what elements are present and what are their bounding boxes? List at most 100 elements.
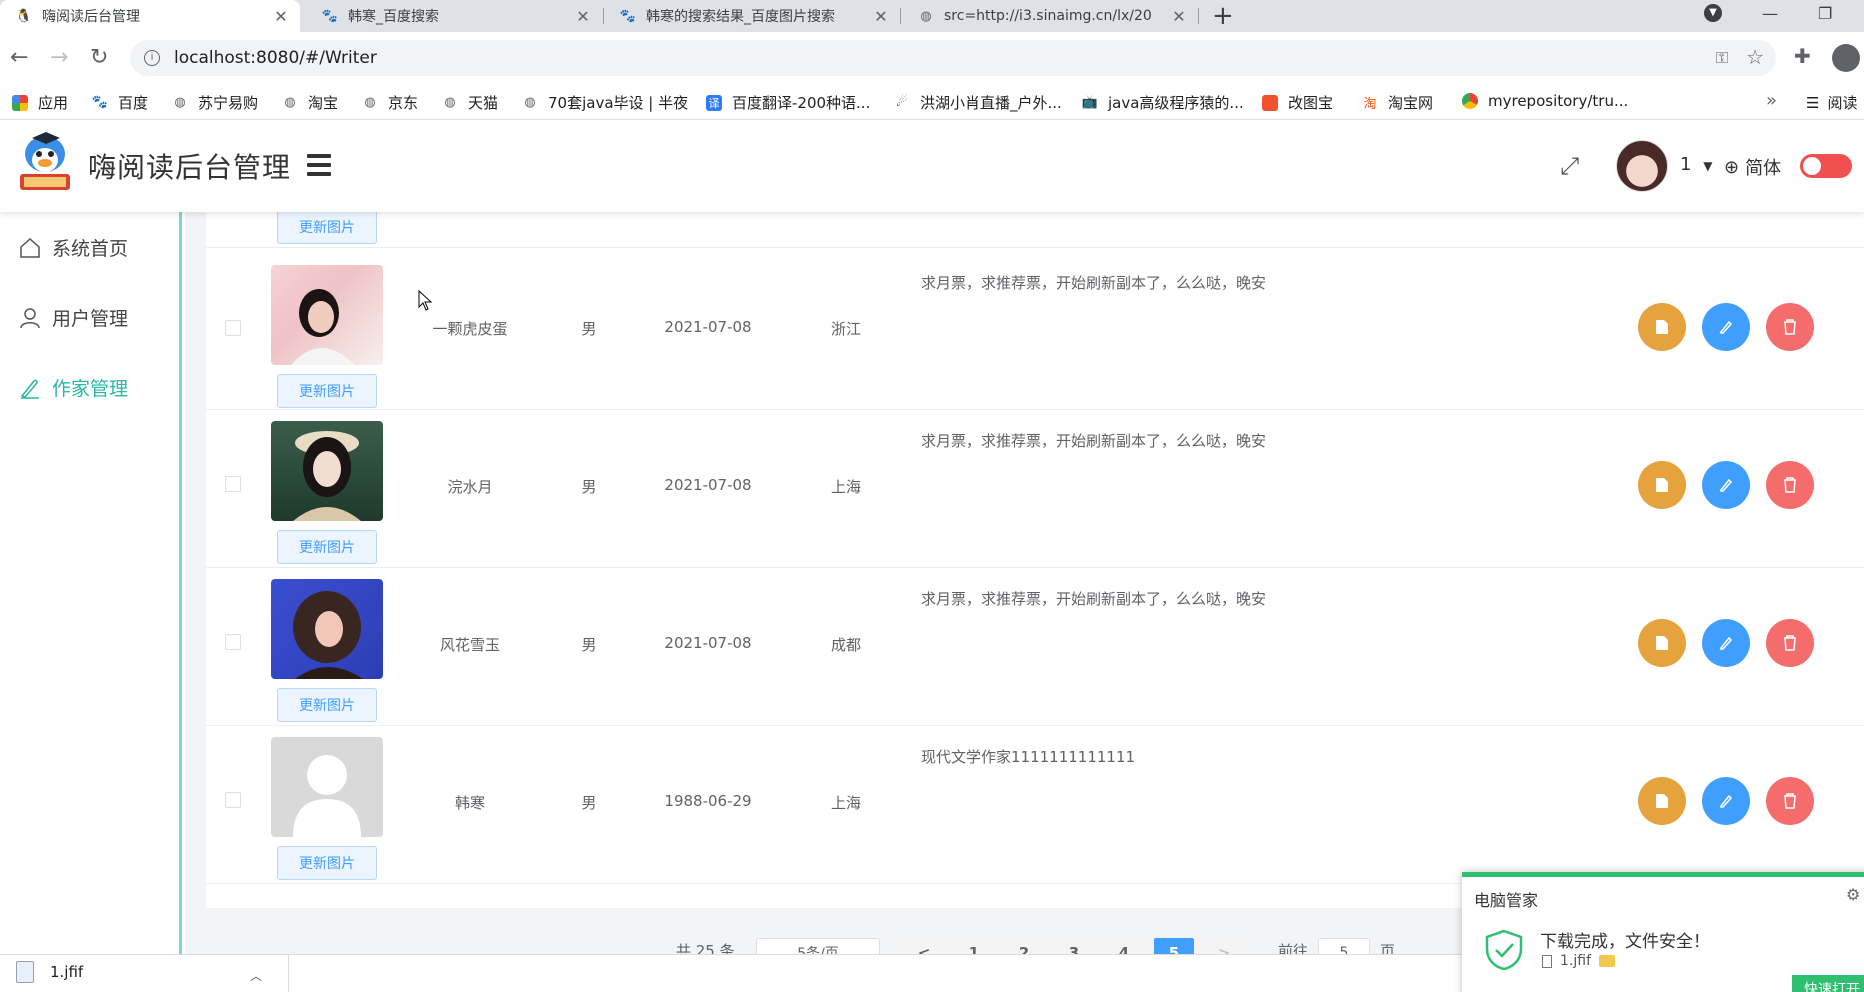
bookmarks-more-button[interactable]: » — [1766, 90, 1777, 111]
back-arrow-icon[interactable]: ← — [10, 44, 28, 72]
bookmark-gaitubao[interactable]: 改图宝 — [1262, 92, 1333, 113]
tab-close-icon[interactable]: ✕ — [872, 7, 890, 26]
edit-button[interactable] — [1702, 303, 1750, 351]
menu-toggle-icon[interactable] — [307, 154, 331, 181]
delete-button[interactable] — [1766, 303, 1814, 351]
bookmark-tmall[interactable]: ◍ 天猫 — [442, 92, 498, 113]
tab-close-icon[interactable]: ✕ — [1170, 7, 1188, 26]
page-4-button[interactable]: 4 — [1104, 938, 1144, 954]
writer-date: 2021-07-08 — [664, 634, 752, 652]
duck-logo-icon — [20, 132, 70, 190]
page-2-button[interactable]: 2 — [1004, 938, 1044, 954]
writer-region: 上海 — [830, 794, 862, 812]
row-checkbox[interactable] — [225, 476, 241, 492]
bookmark-baidu[interactable]: 🐾 百度 — [92, 92, 148, 113]
bookmark-label: 百度 — [118, 94, 149, 112]
tab-close-icon[interactable]: ✕ — [272, 7, 290, 26]
restore-icon[interactable]: ❐ — [1818, 0, 1832, 28]
site-info-icon[interactable]: i — [144, 50, 160, 66]
next-page-button[interactable]: > — [1204, 938, 1244, 954]
detail-button[interactable] — [1638, 461, 1686, 509]
bookmark-taobao-net[interactable]: 淘 淘宝网 — [1362, 92, 1433, 113]
writer-date: 1988-06-29 — [664, 792, 752, 810]
address-bar[interactable]: i localhost:8080/#/Writer ⚿ ☆ — [130, 40, 1776, 76]
page-size-select[interactable]: 5条/页 — [756, 938, 880, 954]
sidebar-item-home[interactable]: 系统首页 — [18, 234, 128, 261]
edit-button[interactable] — [1702, 777, 1750, 825]
forward-arrow-icon[interactable]: → — [50, 44, 68, 72]
update-image-button[interactable]: 更新图片 — [277, 530, 377, 564]
detail-button[interactable] — [1638, 619, 1686, 667]
bookmark-jd[interactable]: ◍ 京东 — [362, 92, 418, 113]
file-icon — [1542, 954, 1552, 968]
user-avatar[interactable] — [1616, 140, 1668, 192]
extensions-puzzle-icon[interactable]: ✚ — [1794, 44, 1811, 68]
bookmark-live-stream[interactable]: ☄ 洪湖小肖直播_户外... — [894, 92, 1062, 113]
sidebar-item-label: 系统首页 — [52, 238, 129, 260]
quick-open-button[interactable]: 快速打开 — [1792, 975, 1864, 992]
sidebar-item-writers[interactable]: 作家管理 — [18, 374, 128, 401]
key-icon[interactable]: ⚿ — [1716, 48, 1728, 68]
detail-button[interactable] — [1638, 303, 1686, 351]
reading-list-button[interactable]: ☰ 阅读 — [1806, 92, 1857, 113]
folder-icon[interactable] — [1599, 955, 1615, 967]
bilibili-tv-icon: 📺 — [1081, 95, 1099, 110]
page-3-button[interactable]: 3 — [1054, 938, 1094, 954]
sidebar-item-users[interactable]: 用户管理 — [18, 304, 128, 331]
user-name-label: 1 — [1680, 154, 1692, 175]
page-5-button[interactable]: 5 — [1154, 938, 1194, 954]
update-image-button[interactable]: 更新图片 — [277, 212, 377, 244]
chevron-up-icon[interactable]: ︿ — [250, 967, 262, 984]
goto-page-input[interactable]: 5 — [1318, 938, 1370, 954]
url-text[interactable]: localhost:8080/#/Writer — [174, 48, 377, 68]
tab-close-icon[interactable]: ✕ — [574, 7, 592, 26]
tab-search-icon[interactable]: ▼ — [1704, 4, 1722, 22]
bookmark-apps[interactable]: 应用 — [12, 92, 68, 113]
delete-button[interactable] — [1766, 461, 1814, 509]
writer-description: 求月票，求推荐票，开始刷新副本了，么么哒，晚安 — [921, 274, 1267, 292]
bookmark-java-projects[interactable]: ◍ 70套java毕设 | 半夜 — [522, 92, 688, 113]
update-image-button[interactable]: 更新图片 — [277, 846, 377, 880]
address-toolbar: ← → ↻ i localhost:8080/#/Writer ⚿ ☆ ✚ — [0, 32, 1864, 84]
tab-title: 韩寒_百度搜索 — [348, 9, 439, 25]
update-image-button[interactable]: 更新图片 — [277, 688, 377, 722]
edit-button[interactable] — [1702, 619, 1750, 667]
browser-tab-admin[interactable]: 🐧 嗨阅读后台管理 ✕ — [0, 0, 300, 32]
row-checkbox[interactable] — [225, 634, 241, 650]
delete-button[interactable] — [1766, 619, 1814, 667]
edit-button[interactable] — [1702, 461, 1750, 509]
browser-profile-icon[interactable] — [1832, 44, 1860, 72]
row-checkbox[interactable] — [225, 320, 241, 336]
bookmark-star-icon[interactable]: ☆ — [1746, 45, 1764, 69]
bookmark-taobao[interactable]: ◍ 淘宝 — [282, 92, 338, 113]
bookmark-label: 淘宝 — [308, 94, 339, 112]
reload-icon[interactable]: ↻ — [90, 44, 108, 72]
minimize-icon[interactable]: — — [1762, 0, 1778, 28]
browser-tab-baidu-images[interactable]: 🐾 韩寒的搜索结果_百度图片搜索 ✕ — [604, 0, 900, 32]
download-item[interactable]: 1.jfif — [16, 961, 83, 983]
bookmark-github-repo[interactable]: myrepository/tru... — [1462, 92, 1628, 110]
user-menu-dropdown[interactable]: 1 ▼ — [1680, 154, 1712, 175]
bookmark-bilibili-java[interactable]: 📺 java高级程序猿的... — [1082, 92, 1244, 113]
detail-button[interactable] — [1638, 777, 1686, 825]
writer-photo — [271, 265, 383, 365]
browser-tab-baidu-search[interactable]: 🐾 韩寒_百度搜索 ✕ — [306, 0, 602, 32]
caret-down-icon: ▼ — [1703, 159, 1713, 173]
bookmark-baidu-translate[interactable]: 译 百度翻译-200种语... — [706, 92, 870, 113]
language-switch[interactable]: ⊕ 简体 — [1724, 154, 1781, 180]
new-tab-button[interactable]: + — [1212, 2, 1234, 30]
row-checkbox[interactable] — [225, 792, 241, 808]
prev-page-button[interactable]: < — [904, 938, 944, 954]
trash-icon — [1784, 793, 1796, 809]
globe-icon: ◍ — [284, 95, 296, 110]
bookmark-label: 应用 — [38, 94, 69, 112]
update-image-button[interactable]: 更新图片 — [277, 374, 377, 408]
browser-tab-sinaimg[interactable]: ◍ src=http://i3.sinaimg.cn/lx/20 ✕ — [902, 0, 1198, 32]
bookmark-suning[interactable]: ◍ 苏宁易购 — [172, 92, 258, 113]
writer-name: 一颗虎皮蛋 — [432, 320, 508, 338]
theme-toggle-switch[interactable] — [1800, 154, 1852, 178]
gear-icon[interactable]: ⚙ — [1846, 885, 1860, 904]
delete-button[interactable] — [1766, 777, 1814, 825]
fullscreen-icon[interactable]: ⤢ — [1560, 152, 1579, 180]
page-1-button[interactable]: 1 — [954, 938, 994, 954]
